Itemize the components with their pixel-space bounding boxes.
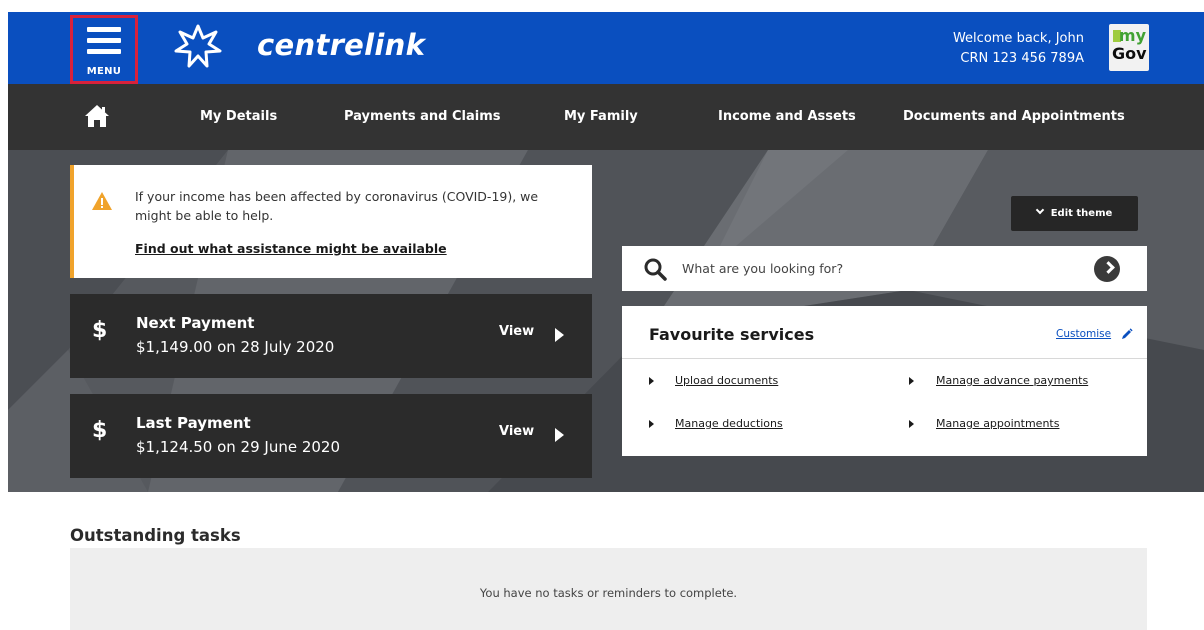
last-payment-detail: $1,124.50 on 29 June 2020 xyxy=(136,438,341,456)
hamburger-icon xyxy=(87,27,121,60)
favourites-title: Favourite services xyxy=(649,325,815,344)
crn-text: CRN 123 456 789A xyxy=(960,51,1084,66)
menu-button[interactable]: MENU xyxy=(70,15,138,84)
search-submit-arrow-icon[interactable] xyxy=(1094,256,1120,282)
mygov-logo[interactable]: my Gov xyxy=(1109,24,1149,71)
next-payment-title: Next Payment xyxy=(136,314,255,332)
next-payment-view-button[interactable]: View xyxy=(499,324,534,339)
customise-link[interactable]: Customise xyxy=(1056,328,1111,340)
warning-icon xyxy=(92,192,112,210)
menu-label: MENU xyxy=(86,66,122,77)
centrelink-star-logo-icon xyxy=(174,24,222,68)
bullet-arrow-icon xyxy=(649,377,654,385)
edit-theme-label: Edit theme xyxy=(1050,208,1113,219)
main-nav: My Details Payments and Claims My Family… xyxy=(8,84,1204,150)
manage-appointments-link[interactable]: Manage appointments xyxy=(936,417,1059,430)
bullet-arrow-icon xyxy=(909,377,914,385)
manage-advance-payments-link[interactable]: Manage advance payments xyxy=(936,374,1088,387)
top-header: MENU centrelink Welcome back, John CRN 1… xyxy=(8,12,1204,84)
page: MENU centrelink Welcome back, John CRN 1… xyxy=(0,0,1204,630)
dollar-icon: $ xyxy=(92,318,108,343)
play-arrow-icon xyxy=(555,428,564,442)
mygov-gov: Gov xyxy=(1112,44,1147,63)
covid-alert: If your income has been affected by coro… xyxy=(70,165,592,278)
next-payment-detail: $1,149.00 on 28 July 2020 xyxy=(136,338,335,356)
home-icon[interactable] xyxy=(84,104,110,128)
play-arrow-icon xyxy=(555,328,564,342)
welcome-block: Welcome back, John CRN 123 456 789A xyxy=(953,29,1084,69)
next-payment-card[interactable]: $ Next Payment $1,149.00 on 28 July 2020… xyxy=(70,294,592,378)
mygov-my: my xyxy=(1118,26,1146,45)
bullet-arrow-icon xyxy=(649,420,654,428)
chevron-down-icon xyxy=(1035,205,1044,215)
last-payment-title: Last Payment xyxy=(136,414,251,432)
dollar-icon: $ xyxy=(92,418,108,443)
hero-banner: If your income has been affected by coro… xyxy=(8,150,1204,492)
pencil-icon[interactable] xyxy=(1121,328,1133,340)
nav-my-family[interactable]: My Family xyxy=(564,84,638,150)
search-bar xyxy=(622,246,1147,291)
favourite-services-panel: Favourite services Customise Upload docu… xyxy=(622,306,1147,456)
manage-deductions-link[interactable]: Manage deductions xyxy=(675,417,783,430)
last-payment-card[interactable]: $ Last Payment $1,124.50 on 29 June 2020… xyxy=(70,394,592,478)
search-icon xyxy=(644,258,667,281)
no-tasks-message: You have no tasks or reminders to comple… xyxy=(479,586,738,600)
nav-payments-and-claims[interactable]: Payments and Claims xyxy=(344,84,501,150)
outstanding-tasks-panel: You have no tasks or reminders to comple… xyxy=(70,548,1147,630)
nav-documents-and-appointments[interactable]: Documents and Appointments xyxy=(903,84,1125,150)
upload-documents-link[interactable]: Upload documents xyxy=(675,374,778,387)
last-payment-view-button[interactable]: View xyxy=(499,424,534,439)
brand-name: centrelink xyxy=(257,28,426,62)
outstanding-tasks-heading: Outstanding tasks xyxy=(70,526,241,545)
search-input[interactable] xyxy=(682,246,1082,291)
alert-text: If your income has been affected by coro… xyxy=(135,189,539,223)
assistance-link[interactable]: Find out what assistance might be availa… xyxy=(135,241,447,256)
divider xyxy=(622,358,1147,359)
nav-my-details[interactable]: My Details xyxy=(200,84,277,150)
bullet-arrow-icon xyxy=(909,420,914,428)
nav-income-and-assets[interactable]: Income and Assets xyxy=(718,84,856,150)
welcome-text: Welcome back, John xyxy=(952,31,1084,46)
edit-theme-button[interactable]: Edit theme xyxy=(1011,196,1138,231)
